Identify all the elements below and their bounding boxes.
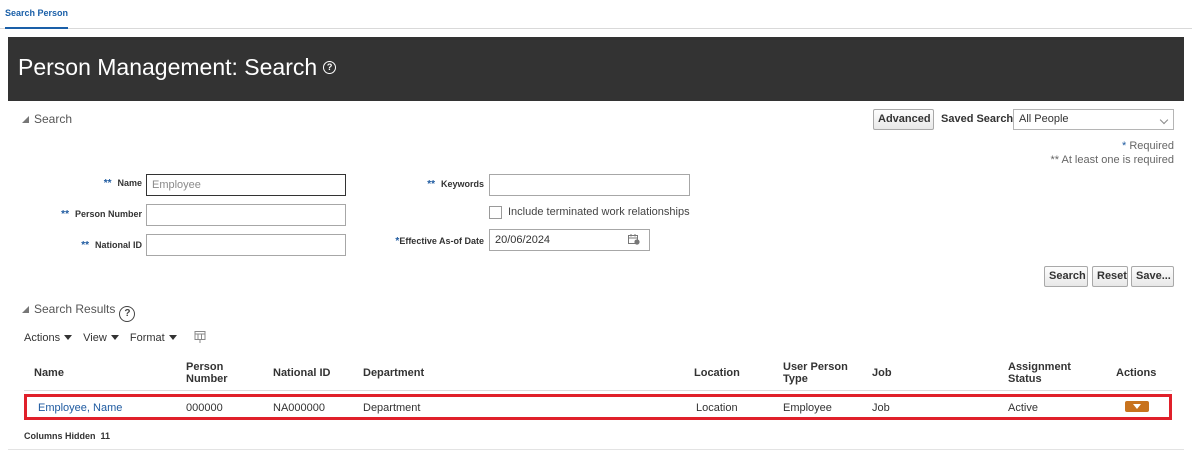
help-icon[interactable]: ? [323,61,337,74]
columns-hidden-label: Columns Hidden [24,431,96,441]
name-required-marker: ** [103,178,112,189]
col-header-user-person-type[interactable]: User Person Type [783,361,853,385]
cell-assignment-status: Active [1008,402,1038,414]
search-results-header[interactable]: Search Results? [22,302,136,322]
col-header-location[interactable]: Location [694,367,740,379]
name-input[interactable] [146,174,346,196]
person-number-label-text: Person Number [74,209,142,219]
save-button[interactable]: Save... [1131,266,1174,287]
page-header: Person Management: Search? [8,37,1184,101]
effective-date-label-text: Effective As-of Date [399,236,484,246]
col-header-job[interactable]: Job [872,367,892,379]
keywords-label: ** Keywords [427,179,484,190]
view-menu-label: View [83,332,107,344]
results-toolbar: Actions View Format [24,332,185,344]
row-actions-button[interactable] [1125,401,1149,412]
cell-job: Job [872,402,890,414]
person-number-label: ** Person Number [61,209,142,220]
effective-date-label: *Effective As-of Date [395,236,484,247]
calendar-icon[interactable] [628,234,640,245]
saved-search-value: All People [1019,113,1069,125]
search-results-title: Search Results [34,302,116,316]
name-label-text: Name [117,178,142,188]
keywords-input[interactable] [489,174,690,196]
page-title: Person Management: Search? [18,54,337,81]
help-icon[interactable]: ? [119,306,136,322]
person-name-link[interactable]: Employee, Name [38,402,122,414]
bottom-divider [8,449,1184,450]
reset-button[interactable]: Reset [1092,266,1128,287]
keywords-required-marker: ** [427,179,435,190]
cell-national-id: NA000000 [273,402,325,414]
col-header-national-id[interactable]: National ID [273,367,330,379]
col-header-person-number[interactable]: Person Number [186,361,246,385]
format-menu-label: Format [129,332,165,344]
required-note: * Required [1122,140,1174,152]
tab-bar: Search Person [0,0,1192,29]
keywords-label-text: Keywords [440,179,484,189]
search-section-title: Search [34,112,73,126]
include-terminated-label: Include terminated work relationships [508,206,690,218]
col-header-name[interactable]: Name [34,367,64,379]
include-terminated-checkbox[interactable] [489,206,502,219]
person-number-required-marker: ** [61,209,69,220]
tab-search-person[interactable]: Search Person [5,8,69,29]
at-least-one-stars: ** [1050,154,1060,166]
national-id-label-text: National ID [94,240,142,250]
dropdown-arrow-icon [168,335,177,340]
at-least-one-note: ** At least one is required [1050,154,1174,166]
actions-menu-label: Actions [24,332,61,344]
advanced-button[interactable]: Advanced [873,109,934,130]
cell-person-number: 000000 [186,402,223,414]
dropdown-arrow-icon [64,335,73,340]
chevron-down-icon [1159,115,1169,125]
national-id-label: ** National ID [81,240,142,251]
saved-search-select[interactable]: All People [1013,109,1174,130]
cell-department: Department [363,402,421,414]
col-header-actions: Actions [1116,367,1157,379]
national-id-input[interactable] [146,234,346,256]
name-label: ** Name [104,178,142,189]
effective-date-input[interactable] [489,229,650,251]
collapse-triangle-icon [22,116,29,123]
search-button[interactable]: Search [1044,266,1088,287]
col-header-assignment-status[interactable]: Assignment Status [1008,361,1078,385]
cell-location: Location [696,402,738,414]
format-menu[interactable]: Format [130,332,177,344]
saved-search-label: Saved Search [941,113,1014,125]
required-note-text: Required [1129,140,1174,152]
col-header-department[interactable]: Department [363,367,424,379]
cell-user-person-type: Employee [783,402,832,414]
dropdown-arrow-icon [110,335,119,340]
at-least-one-note-text: At least one is required [1061,154,1174,166]
search-section-header[interactable]: Search [22,112,72,126]
collapse-triangle-icon [22,306,29,313]
actions-menu[interactable]: Actions [24,332,73,344]
detach-table-icon[interactable] [194,331,206,343]
person-number-input[interactable] [146,204,346,226]
view-menu[interactable]: View [83,332,119,344]
national-id-required-marker: ** [81,240,89,251]
page-title-text: Person Management: Search [18,54,318,80]
columns-hidden-count: 11 [100,431,111,441]
columns-hidden-status: Columns Hidden 11 [24,431,110,441]
required-star: * [1122,140,1127,152]
